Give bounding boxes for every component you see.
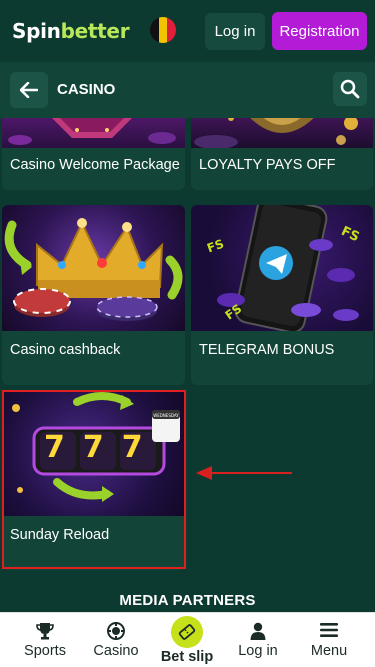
promo-card-telegram[interactable]: FS FS FS TELEGRAM BONUS [191,205,373,385]
nav-sports[interactable]: Sports [10,613,80,667]
nav-label: Casino [93,643,139,659]
login-button[interactable]: Log in [205,13,265,50]
promo-card-loyalty[interactable]: LOYALTY PAYS OFF [191,118,373,190]
nav-label: Sports [24,643,66,659]
promo-title: Casino Welcome Package [10,157,180,173]
hamburger-icon [320,623,338,637]
belgium-flag-icon[interactable] [150,17,176,43]
promotions-grid: Casino Welcome Package LOYALTY PAYS OFF [0,118,375,612]
promo-image [2,118,185,148]
nav-label: Log in [238,643,278,659]
registration-button[interactable]: Registration [272,12,367,50]
nav-menu[interactable]: Menu [294,613,364,667]
nav-casino[interactable]: Casino [81,613,151,667]
crown-illustration [4,218,183,321]
promo-title: LOYALTY PAYS OFF [199,157,336,173]
promo-title: Casino cashback [10,342,121,358]
promo-title: TELEGRAM BONUS [199,342,335,358]
search-icon [340,79,360,99]
bet-slip-badge [171,616,203,648]
logo-text-spin: Spin [12,19,61,43]
promo-card-welcome-package[interactable]: Casino Welcome Package [2,118,185,190]
promo-image [191,118,373,148]
media-partners-heading: MEDIA PARTNERS [119,592,256,609]
top-bar: Spinbetter Log in Registration [0,0,375,62]
promo-card-cashback[interactable]: Casino cashback [2,205,185,385]
slot-banner-illustration [8,118,176,145]
section-header: CASINO [0,62,375,118]
logo[interactable]: Spinbetter [12,19,130,43]
arrow-left-icon [20,82,38,98]
coins-illustration [194,118,358,148]
back-button[interactable] [10,72,48,108]
highlight-box [2,390,186,569]
page-title: CASINO [57,81,116,98]
annotation-arrow-icon [196,466,292,480]
nav-bet-slip[interactable]: Bet slip [152,613,222,667]
search-button[interactable] [333,72,367,106]
user-icon [250,622,266,640]
ticket-icon [178,624,196,640]
nav-label: Menu [310,643,348,659]
logo-text-better: better [60,19,130,43]
promo-image: FS FS FS [191,205,373,331]
casino-chip-icon [107,622,125,640]
bottom-nav: Sports Casino Bet slip Log in Menu [0,612,375,667]
trophy-icon [36,623,54,640]
promo-image [2,205,185,331]
nav-label: Bet slip [160,649,214,665]
nav-login[interactable]: Log in [223,613,293,667]
